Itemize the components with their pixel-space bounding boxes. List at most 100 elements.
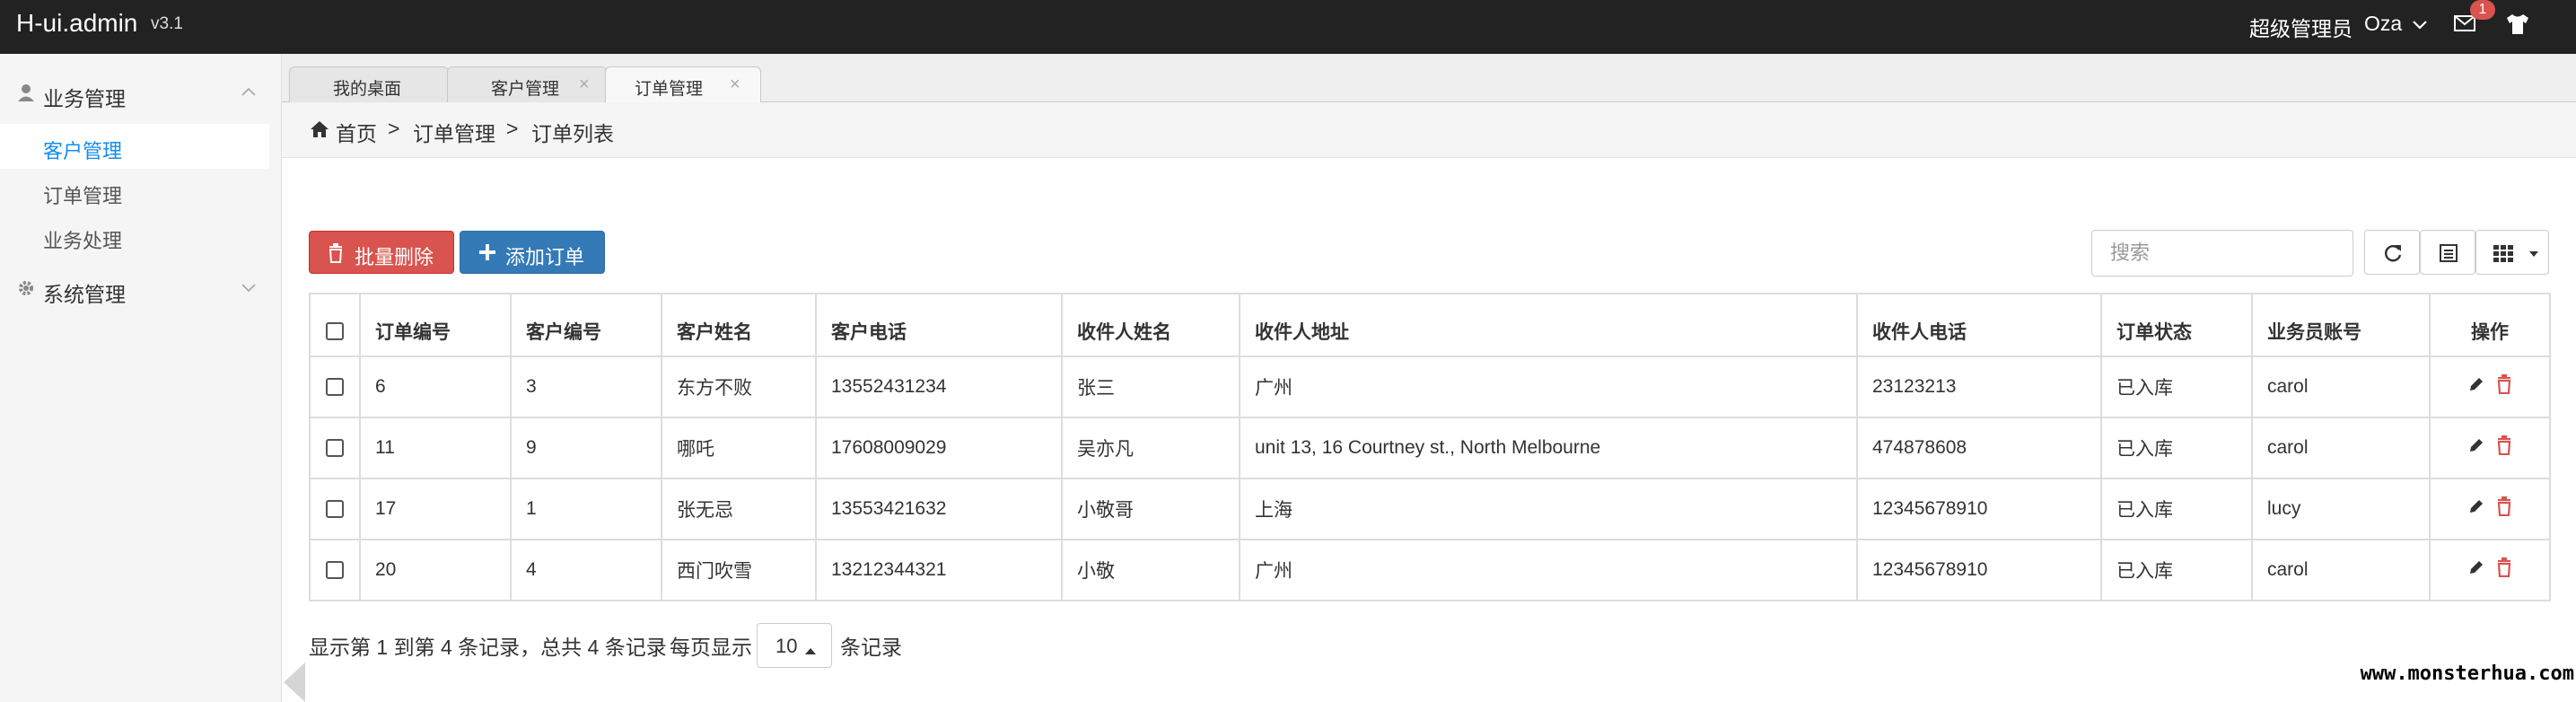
column-header[interactable]: 客户电话 [815,293,1063,357]
trash-icon[interactable] [2496,435,2512,461]
table-cell: 3 [510,355,662,418]
column-header[interactable]: 客户姓名 [661,293,817,357]
refresh-button[interactable] [2364,230,2420,275]
column-header[interactable]: 收件人电话 [1856,293,2102,357]
row-select-cell [309,355,361,418]
breadcrumb-separator: > [506,117,519,140]
table-cell: 已入库 [2100,355,2253,418]
top-navbar: H-ui.admin v3.1 超级管理员 Oza 1 [0,0,2576,54]
tab-orders[interactable]: 订单管理 × [605,66,761,103]
sidebar-item-label: 业务处理 [43,230,123,252]
chevron-down-icon [241,281,257,298]
tab-desktop[interactable]: 我的桌面 [289,66,449,102]
sidebar-item-business-process[interactable]: 业务处理 [0,214,269,259]
table-cell: 17 [359,478,512,540]
row-checkbox[interactable] [326,500,344,519]
user-icon [16,83,36,107]
row-select-cell [309,478,361,540]
breadcrumb-separator: > [388,117,400,140]
table-row: 6 3 东方不败 13552431234 张三 广州 23123213 已入库 carol [309,355,2551,418]
row-actions [2429,478,2551,540]
column-header[interactable]: 收件人姓名 [1061,293,1240,357]
row-actions [2429,417,2551,479]
table-cell: 13552431234 [815,355,1063,418]
select-all-cell [309,293,361,357]
sidebar-collapse-handle[interactable] [282,659,305,702]
table-cell: 上海 [1239,478,1858,540]
batch-delete-label: 批量删除 [355,246,434,268]
sidebar-item-customers[interactable]: 客户管理 [0,124,269,169]
column-header[interactable]: 客户编号 [510,293,662,357]
table-cell: 20 [359,539,512,601]
select-all-checkbox[interactable] [326,322,344,341]
table-cell: 1 [510,478,662,540]
column-header[interactable]: 订单状态 [2100,293,2253,357]
close-icon[interactable]: × [579,75,590,95]
table-cell: 广州 [1239,355,1858,418]
triangle-left-icon [284,663,305,702]
row-actions [2429,355,2551,418]
table-cell: 吴亦凡 [1061,417,1240,479]
chevron-up-icon [241,85,257,102]
toggle-view-button[interactable] [2420,230,2475,275]
tab-label: 客户管理 [491,80,560,99]
table-cell: 已入库 [2100,478,2253,540]
table-cell: 已入库 [2100,417,2253,479]
mail-badge: 1 [2470,0,2495,20]
batch-delete-button[interactable]: 批量删除 [309,231,454,274]
edit-icon[interactable] [2467,436,2485,460]
plus-icon [478,243,496,267]
sidebar-group-system[interactable]: 系统管理 [0,266,282,311]
breadcrumb-order-management[interactable]: 订单管理 [413,117,495,147]
breadcrumb-order-list: 订单列表 [531,122,614,145]
column-header[interactable]: 订单编号 [359,293,512,357]
row-checkbox[interactable] [326,439,344,458]
trash-icon[interactable] [2496,557,2512,583]
row-checkbox[interactable] [326,561,344,580]
table-cell: unit 13, 16 Courtney st., North Melbourn… [1239,417,1858,479]
pagination-summary: 显示第 1 到第 4 条记录，总共 4 条记录 [309,636,667,659]
table-cell: 小敬哥 [1061,478,1240,540]
sidebar-item-label: 客户管理 [43,140,123,162]
edit-icon[interactable] [2467,375,2485,399]
tab-bar: 我的桌面 客户管理 × 订单管理 × [282,54,2576,103]
edit-icon[interactable] [2467,558,2485,582]
tab-customers[interactable]: 客户管理 × [447,66,607,102]
brand-logo[interactable]: H-ui.admin [16,9,137,38]
columns-button[interactable] [2475,230,2549,275]
table-cell: carol [2251,355,2431,418]
sidebar-item-orders[interactable]: 订单管理 [0,169,269,214]
sidebar-group-business[interactable]: 业务管理 [0,70,282,115]
table-cell: 广州 [1239,539,1858,601]
search-input[interactable] [2091,230,2353,276]
edit-icon[interactable] [2467,497,2485,521]
trash-icon[interactable] [2496,496,2512,522]
chevron-down-icon[interactable] [2411,14,2429,40]
row-actions [2429,539,2551,601]
add-order-button[interactable]: 添加订单 [460,231,605,274]
table-row: 11 9 哪吒 17608009029 吴亦凡 unit 13, 16 Courtney … [309,417,2551,479]
column-header[interactable]: 业务员账号 [2251,293,2431,357]
table-cell: 9 [510,417,662,479]
per-page-label: 每页显示 [670,636,752,659]
close-icon[interactable]: × [730,75,740,95]
table-cell: lucy [2251,478,2431,540]
page-size-dropdown[interactable]: 10 [757,623,832,668]
row-checkbox[interactable] [326,378,344,397]
column-header[interactable]: 收件人地址 [1239,293,1858,357]
table-cell: 4 [510,539,662,601]
table-cell: 6 [359,355,512,418]
grid-icon [2493,245,2513,262]
row-select-cell [309,539,361,601]
gear-icon [16,278,36,303]
breadcrumb: 首页 > 订单管理 > 订单列表 [282,102,2576,158]
user-menu[interactable]: Oza [2364,12,2402,36]
tab-label: 订单管理 [635,80,704,99]
tshirt-icon[interactable] [2504,13,2531,40]
breadcrumb-home[interactable]: 首页 [336,117,377,147]
table-cell: 17608009029 [815,417,1063,479]
watermark: www.monsterhua.com [2360,663,2574,685]
table-header-row: 订单编号 客户编号 客户姓名 客户电话 收件人姓名 收件人地址 收件人电话 订单… [309,293,2551,357]
table-cell: 12345678910 [1856,478,2102,540]
trash-icon[interactable] [2496,374,2512,399]
